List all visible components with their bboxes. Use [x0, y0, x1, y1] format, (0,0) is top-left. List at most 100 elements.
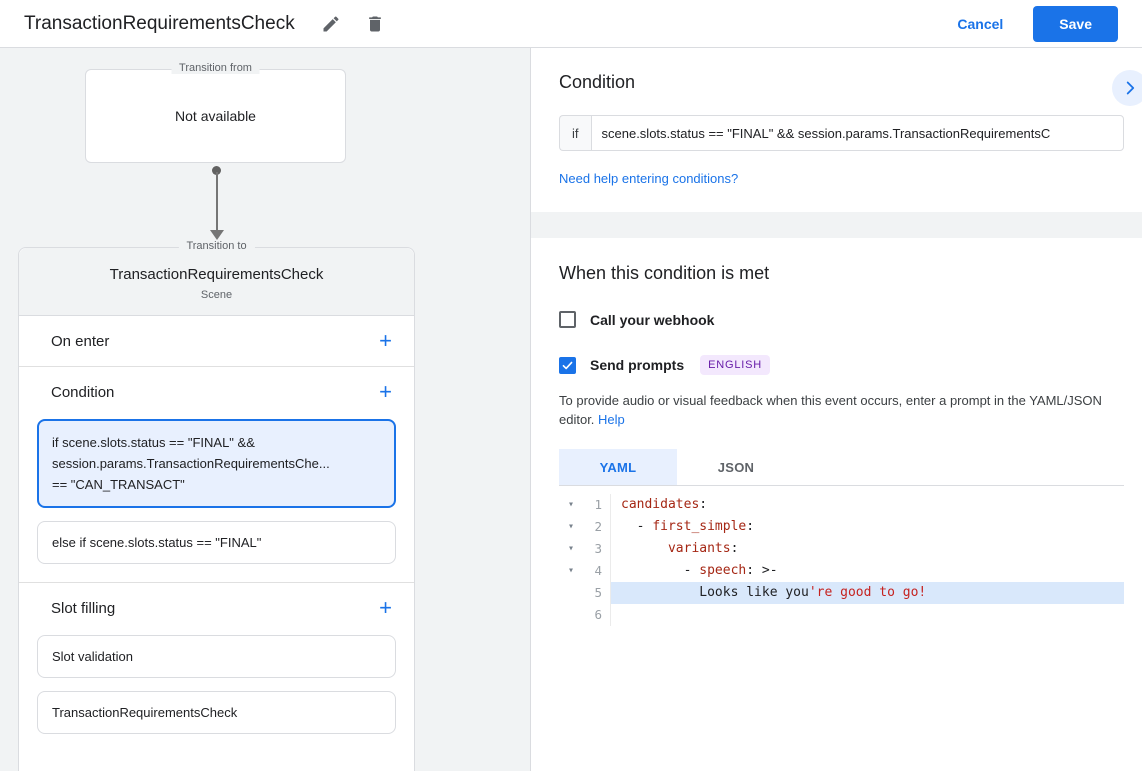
- add-condition-button[interactable]: +: [379, 382, 392, 402]
- code-token-string: 're good to go!: [809, 585, 926, 600]
- add-slot-button[interactable]: +: [379, 598, 392, 618]
- code-text: Looks like you're good to go!: [611, 582, 1124, 604]
- slot-cards: Slot validation TransactionRequirementsC…: [19, 633, 414, 752]
- webhook-checkbox[interactable]: [559, 311, 576, 328]
- delete-scene-button[interactable]: [361, 10, 389, 38]
- webhook-row[interactable]: Call your webhook: [559, 311, 1124, 328]
- webhook-label: Call your webhook: [590, 312, 714, 328]
- code-text: candidates:: [611, 494, 1124, 516]
- top-header: TransactionRequirementsCheck Cancel Save: [0, 0, 1142, 48]
- tab-json[interactable]: JSON: [677, 449, 795, 485]
- editor-hint-text: To provide audio or visual feedback when…: [559, 393, 1102, 427]
- code-line[interactable]: ▾3 variants:: [559, 538, 1124, 560]
- transition-to-label: Transition to: [178, 240, 254, 252]
- line-number: 4: [583, 560, 611, 582]
- fold-arrow-icon[interactable]: ▾: [559, 560, 583, 582]
- scene-subtitle: Scene: [31, 289, 402, 301]
- slot-card-transaction[interactable]: TransactionRequirementsCheck: [37, 691, 396, 734]
- transition-from-value: Not available: [175, 108, 256, 124]
- app-root: TransactionRequirementsCheck Cancel Save…: [0, 0, 1142, 771]
- code-editor[interactable]: ▾1candidates:▾2 - first_simple:▾3 varian…: [559, 485, 1124, 771]
- add-on-enter-button[interactable]: +: [379, 331, 392, 351]
- line-number: 1: [583, 494, 611, 516]
- condition-heading: Condition: [559, 72, 1124, 93]
- check-icon: [561, 359, 574, 372]
- send-prompts-checkbox[interactable]: [559, 357, 576, 374]
- editor-hint: To provide audio or visual feedback when…: [559, 391, 1124, 429]
- code-token-plain: :: [699, 497, 707, 512]
- fold-arrow-icon[interactable]: ▾: [559, 538, 583, 560]
- condition-section: Condition if Need help entering conditio…: [531, 48, 1142, 212]
- collapse-panel-button[interactable]: [1112, 70, 1142, 106]
- on-enter-row[interactable]: On enter +: [19, 316, 414, 367]
- code-line[interactable]: 5 Looks like you're good to go!: [559, 582, 1124, 604]
- section-divider-band: [531, 212, 1142, 238]
- on-enter-label: On enter: [51, 333, 109, 350]
- line-number: 5: [583, 582, 611, 604]
- code-text: [611, 604, 1124, 626]
- code-token-plain: :: [746, 563, 754, 578]
- fold-arrow-icon[interactable]: ▾: [559, 494, 583, 516]
- code-line[interactable]: 6: [559, 604, 1124, 626]
- code-line[interactable]: ▾1candidates:: [559, 494, 1124, 516]
- edit-title-button[interactable]: [317, 10, 345, 38]
- transition-to-card: Transition to TransactionRequirementsChe…: [18, 247, 415, 771]
- fold-arrow-icon[interactable]: ▾: [559, 516, 583, 538]
- fold-spacer: [559, 582, 583, 604]
- code-token-plain: [621, 541, 668, 556]
- condition-section-label: Condition: [51, 384, 114, 401]
- scene-card-header[interactable]: TransactionRequirementsCheck Scene: [19, 248, 414, 316]
- help-link[interactable]: Help: [598, 412, 625, 427]
- code-token-key: first_simple: [652, 519, 746, 534]
- code-line[interactable]: ▾2 - first_simple:: [559, 516, 1124, 538]
- code-line[interactable]: ▾4 - speech: >-: [559, 560, 1124, 582]
- tab-yaml[interactable]: YAML: [559, 449, 677, 485]
- code-token-plain: -: [621, 519, 652, 534]
- code-token-plain: :: [746, 519, 754, 534]
- transition-from-box[interactable]: Transition from Not available: [85, 69, 346, 163]
- code-text: - first_simple:: [611, 516, 1124, 538]
- detail-panel: Condition if Need help entering conditio…: [531, 48, 1142, 771]
- page-title: TransactionRequirementsCheck: [24, 13, 295, 35]
- line-number: 6: [583, 604, 611, 626]
- condition-cards: if scene.slots.status == "FINAL" && sess…: [19, 417, 414, 582]
- code-text: variants:: [611, 538, 1124, 560]
- slot-filling-row[interactable]: Slot filling +: [19, 582, 414, 633]
- conditions-help-link[interactable]: Need help entering conditions?: [559, 171, 738, 186]
- slot-card-validation[interactable]: Slot validation: [37, 635, 396, 678]
- transition-arrow-head-icon: [210, 230, 224, 240]
- fold-spacer: [559, 604, 583, 626]
- when-condition-heading: When this condition is met: [559, 263, 1124, 284]
- scene-title: TransactionRequirementsCheck: [31, 266, 402, 283]
- send-prompts-label: Send prompts: [590, 357, 684, 373]
- code-token-key: speech: [699, 563, 746, 578]
- condition-card-selected[interactable]: if scene.slots.status == "FINAL" && sess…: [37, 419, 396, 508]
- chevron-right-icon: [1119, 77, 1141, 99]
- condition-met-section: When this condition is met Call your web…: [531, 238, 1142, 771]
- code-token-plain: :: [731, 541, 739, 556]
- condition-card[interactable]: else if scene.slots.status == "FINAL": [37, 521, 396, 564]
- line-number: 2: [583, 516, 611, 538]
- code-token-plain: >-: [754, 563, 777, 578]
- code-token-key: variants: [668, 541, 731, 556]
- cancel-button[interactable]: Cancel: [957, 16, 1003, 32]
- line-number: 3: [583, 538, 611, 560]
- condition-input-row: if: [559, 115, 1124, 151]
- save-button[interactable]: Save: [1033, 6, 1118, 42]
- pencil-icon: [321, 14, 341, 34]
- scene-graph-panel: Transition from Not available Transition…: [0, 48, 531, 771]
- code-token-plain: -: [621, 563, 699, 578]
- condition-expression-input[interactable]: [591, 115, 1125, 151]
- code-text: - speech: >-: [611, 560, 1124, 582]
- code-token-key: candidates: [621, 497, 699, 512]
- slot-filling-label: Slot filling: [51, 600, 115, 617]
- condition-section-row[interactable]: Condition +: [19, 367, 414, 417]
- language-badge: ENGLISH: [700, 355, 770, 375]
- send-prompts-row[interactable]: Send prompts ENGLISH: [559, 355, 1124, 375]
- trash-icon: [365, 14, 385, 34]
- code-lines: ▾1candidates:▾2 - first_simple:▾3 varian…: [559, 494, 1124, 626]
- code-token-plain: Looks like you: [621, 585, 809, 600]
- editor-tabs: YAML JSON: [559, 449, 1124, 485]
- transition-arrow-line: [216, 172, 218, 230]
- if-label: if: [559, 115, 591, 151]
